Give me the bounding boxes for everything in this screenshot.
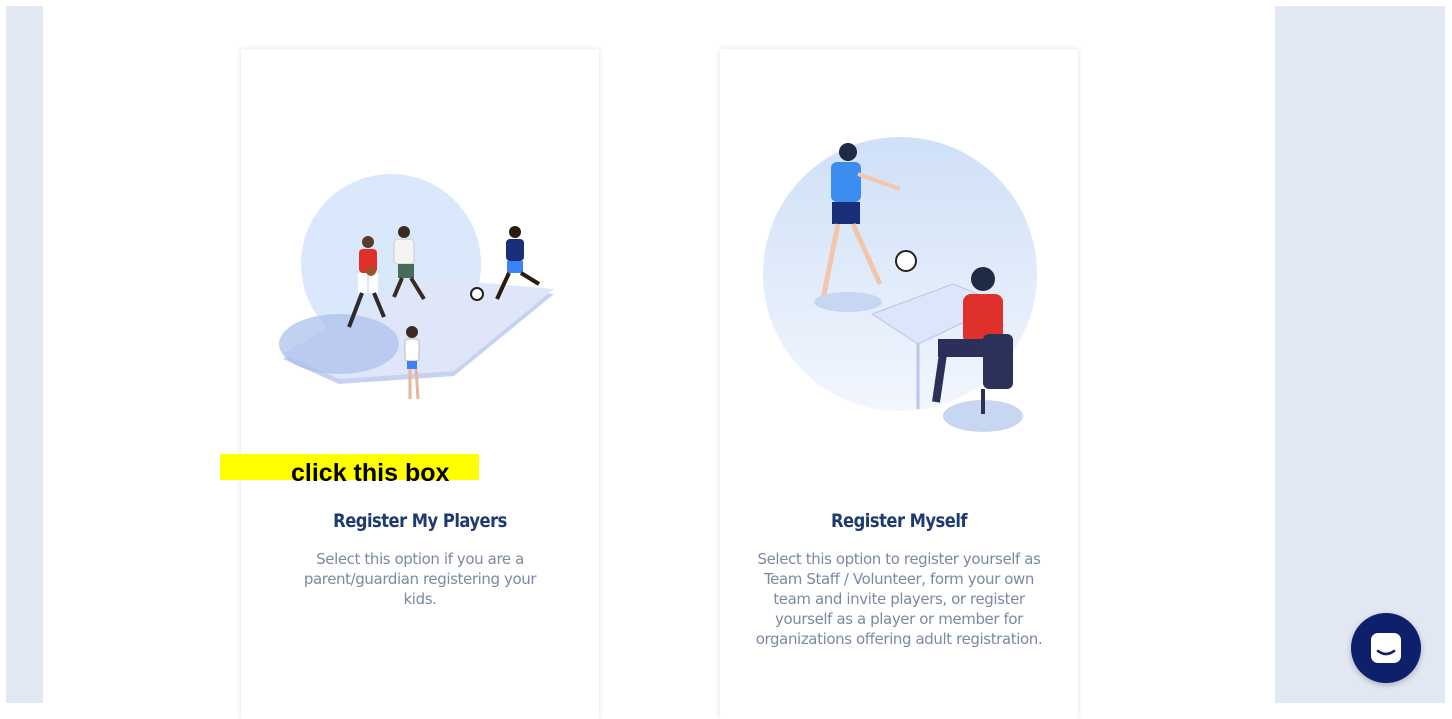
main-content: [43, 6, 1275, 703]
myself-illustration: [763, 137, 1037, 432]
card-description: Select this option if you are a parent/g…: [303, 550, 537, 608]
card-title: Register Myself: [830, 510, 968, 532]
register-myself-card[interactable]: Register Myself Select this option to re…: [720, 49, 1078, 719]
click-hint-label: click this box: [291, 459, 450, 487]
card-title: Register My Players: [333, 510, 507, 532]
chat-button[interactable]: [1351, 613, 1421, 683]
chat-icon: [1371, 633, 1401, 663]
register-my-players-card[interactable]: Register My Players Select this option i…: [241, 49, 599, 719]
card-description: Select this option to register yourself …: [755, 550, 1043, 648]
players-illustration: [279, 174, 554, 400]
page-background-left: [6, 6, 43, 703]
page-background-right: [1275, 6, 1445, 703]
